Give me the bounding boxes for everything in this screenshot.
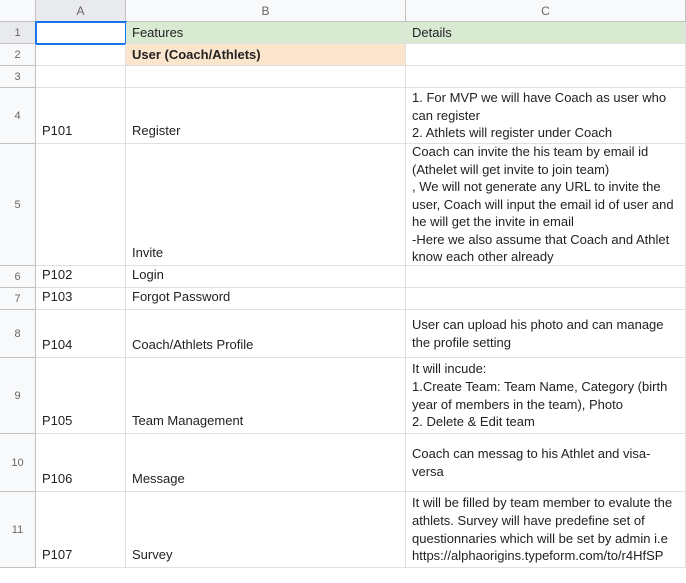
cell-a11[interactable]: P107 <box>36 492 126 568</box>
cell-c6[interactable] <box>406 266 686 288</box>
cell-b6[interactable]: Login <box>126 266 406 288</box>
row-header-6[interactable]: 6 <box>0 266 36 288</box>
row-header-3[interactable]: 3 <box>0 66 36 88</box>
cell-b10[interactable]: Message <box>126 434 406 492</box>
cell-c11[interactable]: It will be filled by team member to eval… <box>406 492 686 568</box>
cell-c3[interactable] <box>406 66 686 88</box>
cell-c1[interactable]: Details <box>406 22 686 44</box>
cell-b8[interactable]: Coach/Athlets Profile <box>126 310 406 358</box>
cell-c5[interactable]: Coach can invite the his team by email i… <box>406 144 686 266</box>
cell-c8[interactable]: User can upload his photo and can manage… <box>406 310 686 358</box>
cell-a4[interactable]: P101 <box>36 88 126 144</box>
cell-a6[interactable]: P102 <box>36 266 126 288</box>
cell-c10[interactable]: Coach can messag to his Athlet and visa-… <box>406 434 686 492</box>
row-header-5[interactable]: 5 <box>0 144 36 266</box>
column-header-a[interactable]: A <box>36 0 126 22</box>
row-header-2[interactable]: 2 <box>0 44 36 66</box>
cell-a3[interactable] <box>36 66 126 88</box>
cell-b9[interactable]: Team Management <box>126 358 406 434</box>
cell-a9[interactable]: P105 <box>36 358 126 434</box>
select-all-corner[interactable] <box>0 0 36 22</box>
cell-b3[interactable] <box>126 66 406 88</box>
cell-b4[interactable]: Register <box>126 88 406 144</box>
row-header-11[interactable]: 11 <box>0 492 36 568</box>
cell-c9[interactable]: It will incude: 1.Create Team: Team Name… <box>406 358 686 434</box>
row-header-7[interactable]: 7 <box>0 288 36 310</box>
cell-b7[interactable]: Forgot Password <box>126 288 406 310</box>
cell-a7[interactable]: P103 <box>36 288 126 310</box>
cell-c2[interactable] <box>406 44 686 66</box>
spreadsheet[interactable]: ABC 1 FeaturesDetails 2 User (Coach/Athlets)… <box>0 0 686 568</box>
row-header-8[interactable]: 8 <box>0 310 36 358</box>
cell-a5[interactable] <box>36 144 126 266</box>
cell-a10[interactable]: P106 <box>36 434 126 492</box>
cell-c7[interactable] <box>406 288 686 310</box>
column-header-c[interactable]: C <box>406 0 686 22</box>
column-header-b[interactable]: B <box>126 0 406 22</box>
cell-a8[interactable]: P104 <box>36 310 126 358</box>
row-header-10[interactable]: 10 <box>0 434 36 492</box>
cell-c4[interactable]: 1. For MVP we will have Coach as user wh… <box>406 88 686 144</box>
cell-a2[interactable] <box>36 44 126 66</box>
cell-b5[interactable]: Invite <box>126 144 406 266</box>
row-header-1[interactable]: 1 <box>0 22 36 44</box>
row-header-9[interactable]: 9 <box>0 358 36 434</box>
cell-b1[interactable]: Features <box>126 22 406 44</box>
cell-b11[interactable]: Survey <box>126 492 406 568</box>
row-header-4[interactable]: 4 <box>0 88 36 144</box>
cell-a1[interactable] <box>36 22 126 44</box>
cell-b2[interactable]: User (Coach/Athlets) <box>126 44 406 66</box>
